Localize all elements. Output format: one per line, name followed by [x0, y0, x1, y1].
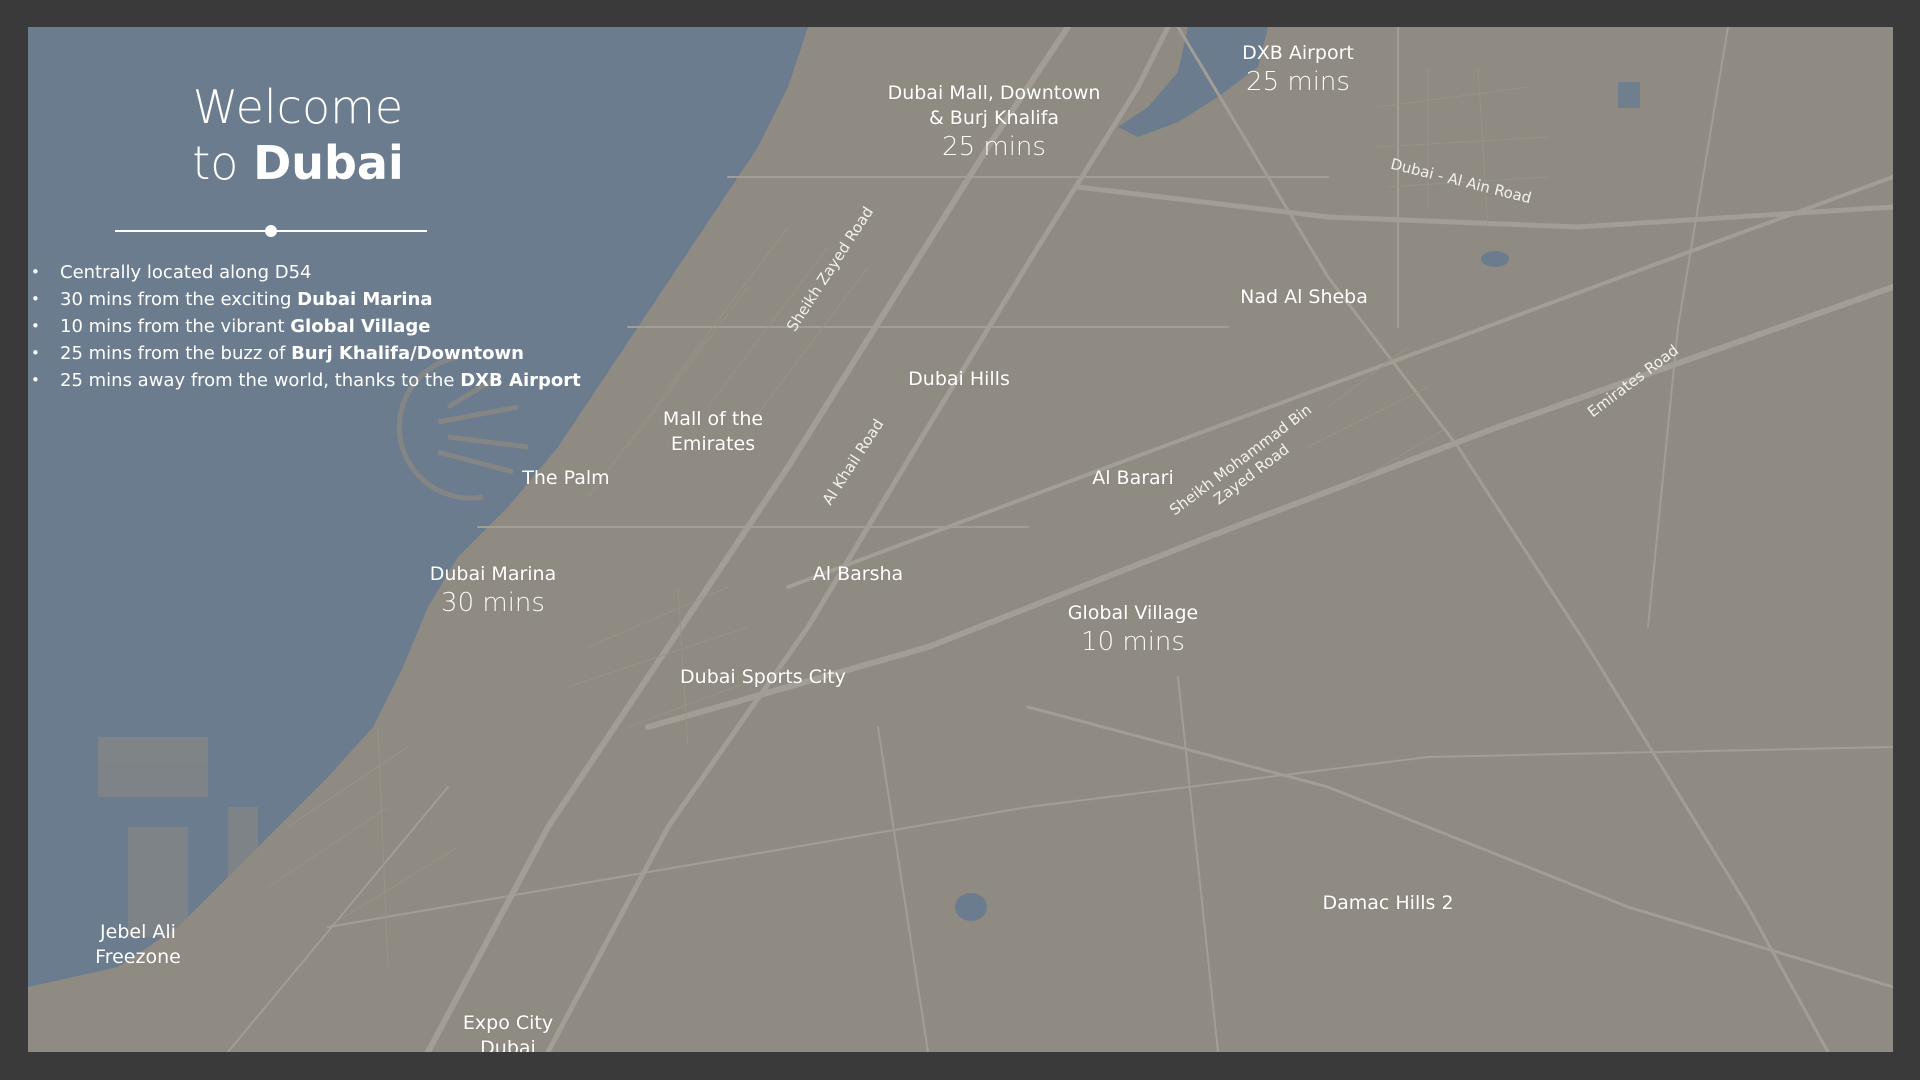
- lake: [1481, 251, 1509, 267]
- welcome-line2: to Dubai: [98, 135, 498, 191]
- label-mall-of-emirates: Mall of the Emirates: [662, 408, 764, 455]
- welcome-city: Dubai: [253, 136, 404, 190]
- label-jebel-ali: Jebel Ali Freezone: [95, 921, 181, 968]
- label-al-barsha: Al Barsha: [812, 563, 904, 585]
- highlight-item: 25 mins away from the world, thanks to t…: [28, 367, 581, 394]
- map-slide: Welcome to Dubai Centrally located along…: [28, 27, 1893, 1052]
- highlight-item: 30 mins from the exciting Dubai Marina: [28, 286, 581, 313]
- welcome-title: Welcome to Dubai: [98, 79, 498, 191]
- label-expo-city: Expo City Dubai: [462, 1012, 554, 1052]
- label-damac-hills-2: Damac Hills 2: [1322, 892, 1454, 914]
- highlights-list: Centrally located along D54 30 mins from…: [28, 259, 581, 394]
- label-dubai-marina: Dubai Marina 30 mins: [429, 563, 557, 618]
- label-dxb-airport: DXB Airport 25 mins: [1242, 42, 1354, 97]
- highlight-item: Centrally located along D54: [28, 259, 581, 286]
- label-the-palm: The Palm: [522, 467, 610, 489]
- highlight-item: 10 mins from the vibrant Global Village: [28, 313, 581, 340]
- label-nad-al-sheba: Nad Al Sheba: [1240, 286, 1368, 308]
- welcome-line1: Welcome: [192, 80, 404, 134]
- lake: [955, 893, 987, 921]
- title-divider: [115, 225, 427, 237]
- divider-dot: [265, 225, 277, 237]
- label-dubai-mall: Dubai Mall, Downtown & Burj Khalifa 25 m…: [887, 82, 1101, 162]
- lake: [1618, 82, 1640, 108]
- label-dubai-hills: Dubai Hills: [908, 368, 1010, 390]
- label-dubai-sports-city: Dubai Sports City: [680, 666, 846, 688]
- welcome-prefix: to: [192, 136, 239, 190]
- highlight-item: 25 mins from the buzz of Burj Khalifa/Do…: [28, 340, 581, 367]
- label-al-barari: Al Barari: [1092, 467, 1174, 489]
- label-global-village: Global Village 10 mins: [1067, 602, 1199, 657]
